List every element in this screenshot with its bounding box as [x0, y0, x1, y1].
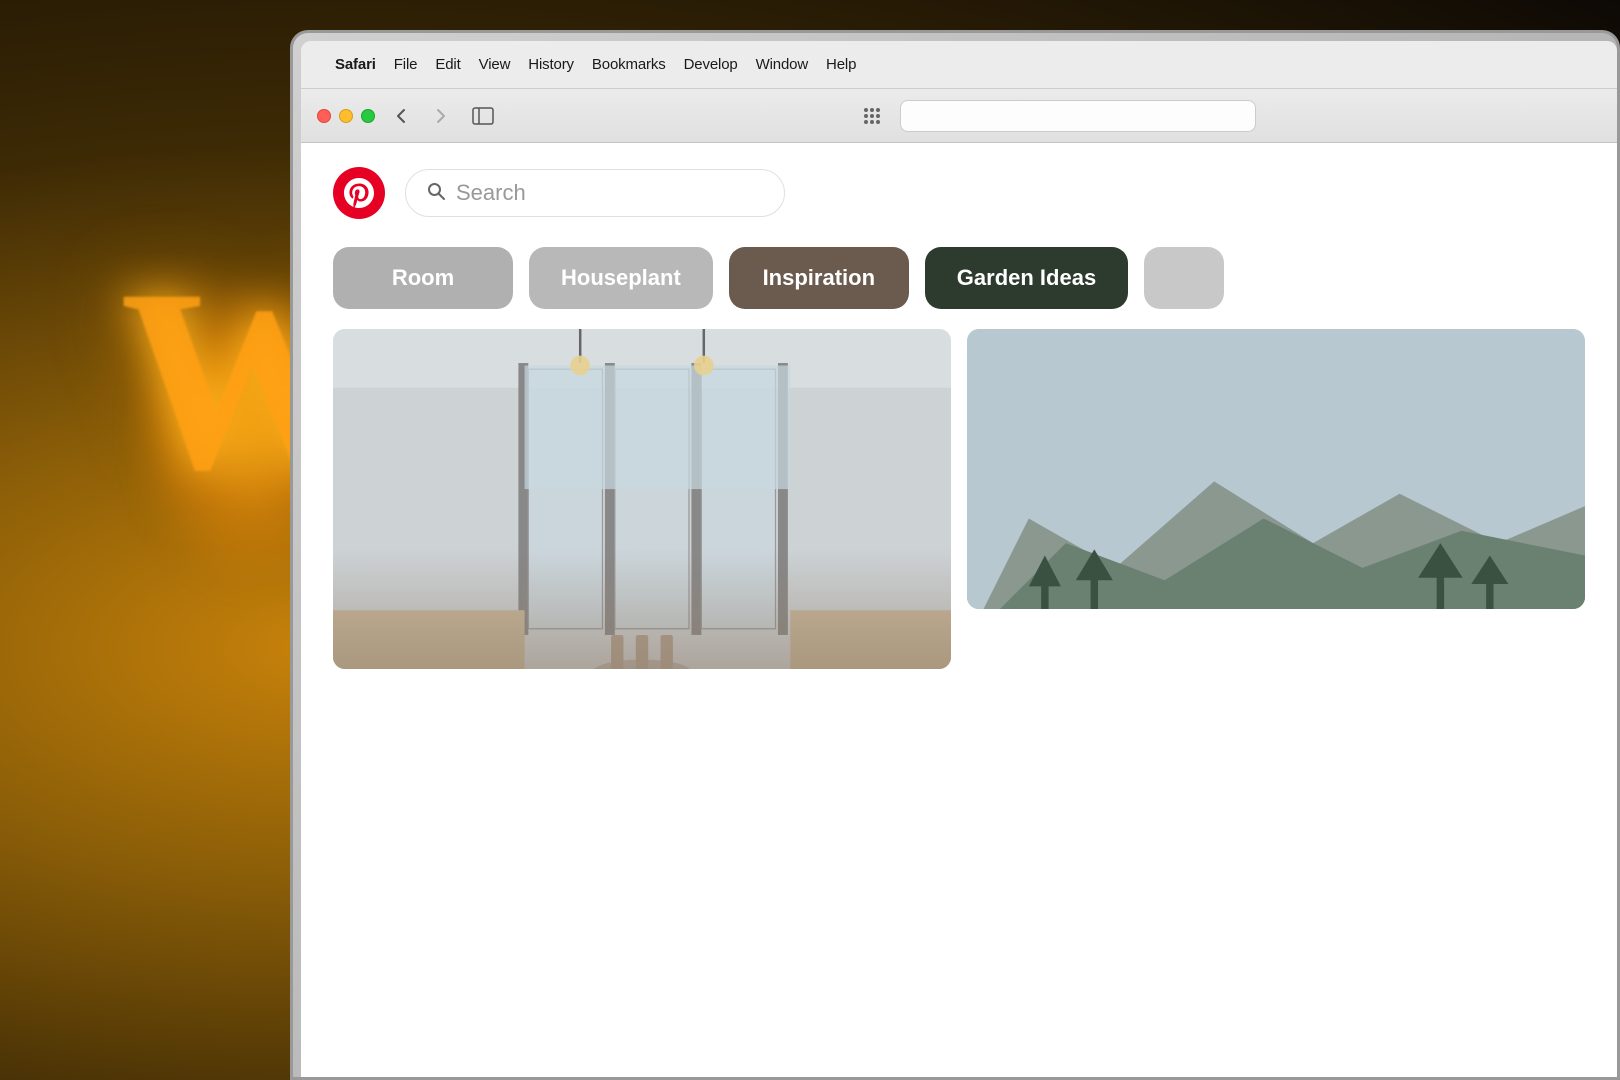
image-column-right: [967, 329, 1585, 669]
image-grid: [301, 329, 1617, 669]
image-column-left: [333, 329, 951, 669]
edit-menu[interactable]: Edit: [435, 56, 460, 73]
back-button[interactable]: [387, 102, 415, 130]
safari-menu[interactable]: Safari: [335, 56, 376, 73]
pinterest-logo: [333, 167, 385, 219]
category-garden-ideas[interactable]: Garden Ideas: [925, 247, 1128, 309]
pinterest-content: Search Room Houseplant Inspiration G: [301, 143, 1617, 1077]
history-menu[interactable]: History: [528, 56, 574, 73]
search-placeholder-text: Search: [456, 180, 526, 206]
traffic-lights: [317, 109, 375, 123]
macbook-frame: Safari File Edit View History Bookmarks …: [290, 30, 1620, 1080]
sidebar-toggle-button[interactable]: [467, 102, 499, 130]
close-button[interactable]: [317, 109, 331, 123]
safari-toolbar: [301, 89, 1617, 143]
search-icon: [426, 181, 446, 206]
category-room[interactable]: Room: [333, 247, 513, 309]
pinterest-logo-icon: [344, 178, 374, 208]
category-section: Room Houseplant Inspiration Garden Ideas: [301, 239, 1617, 329]
address-bar[interactable]: [900, 100, 1255, 132]
macos-menubar: Safari File Edit View History Bookmarks …: [301, 41, 1617, 89]
view-menu[interactable]: View: [479, 56, 511, 73]
develop-menu[interactable]: Develop: [684, 56, 738, 73]
window-menu[interactable]: Window: [756, 56, 808, 73]
image-card-mountain[interactable]: [967, 329, 1585, 609]
pinterest-header: Search: [301, 143, 1617, 239]
category-houseplant[interactable]: Houseplant: [529, 247, 713, 309]
forward-button[interactable]: [427, 102, 455, 130]
screen: Safari File Edit View History Bookmarks …: [301, 41, 1617, 1077]
file-menu[interactable]: File: [394, 56, 418, 73]
bookmarks-menu[interactable]: Bookmarks: [592, 56, 666, 73]
category-inspiration[interactable]: Inspiration: [729, 247, 909, 309]
maximize-button[interactable]: [361, 109, 375, 123]
help-menu[interactable]: Help: [826, 56, 856, 73]
image-card-kitchen[interactable]: [333, 329, 951, 669]
tab-overview-button[interactable]: [856, 102, 888, 130]
category-more[interactable]: [1144, 247, 1224, 309]
macbook-bezel: Safari File Edit View History Bookmarks …: [290, 30, 1620, 1080]
search-bar[interactable]: Search: [405, 169, 785, 217]
minimize-button[interactable]: [339, 109, 353, 123]
